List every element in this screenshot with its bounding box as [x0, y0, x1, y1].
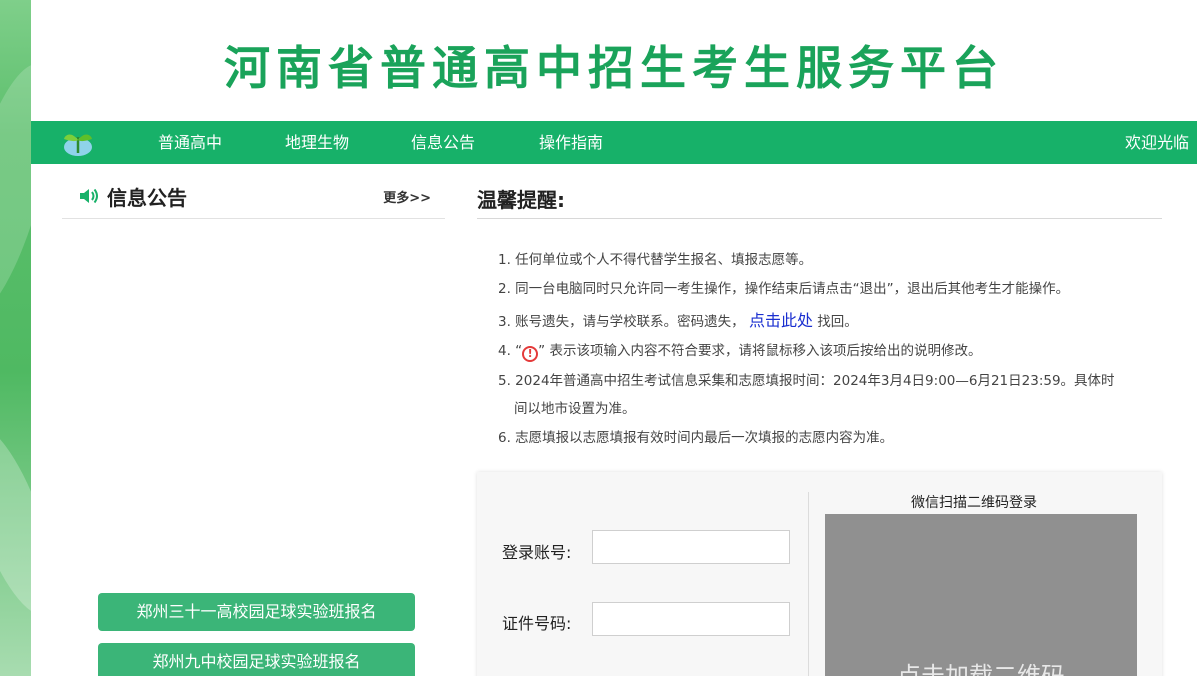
- tip-item-continued: 间以地市设置为准。: [514, 401, 636, 417]
- account-label: 登录账号:: [502, 543, 572, 562]
- id-number-label: 证件号码:: [502, 614, 572, 633]
- football-class-signup-9-button[interactable]: 郑州九中校园足球实验班报名: [98, 643, 415, 676]
- nav-item-guide[interactable]: 操作指南: [539, 121, 603, 164]
- left-decorative-background: [0, 0, 31, 676]
- tip-text: 3. 账号遗失，请与学校联系。密码遗失，: [498, 314, 745, 330]
- id-number-input[interactable]: [592, 602, 790, 636]
- password-recovery-link[interactable]: 点击此处: [749, 311, 813, 330]
- header: 河南省普通高中招生考生服务平台: [31, 0, 1197, 121]
- navbar: 普通高中 地理生物 信息公告 操作指南 欢迎光临: [31, 121, 1197, 164]
- football-class-signup-31-button[interactable]: 郑州三十一高校园足球实验班报名: [98, 593, 415, 631]
- tip-item: 1. 任何单位或个人不得代替学生报名、填报志愿等。: [498, 252, 813, 268]
- panel-divider: [808, 492, 809, 676]
- nav-item-geography-biology[interactable]: 地理生物: [285, 121, 349, 164]
- nav-item-general-high-school[interactable]: 普通高中: [158, 121, 222, 164]
- tip-item: 3. 账号遗失，请与学校联系。密码遗失， 点击此处 找回。: [498, 307, 858, 331]
- sprout-logo-icon: [64, 134, 92, 156]
- tip-item: 5. 2024年普通高中招生考试信息采集和志愿填报时间：2024年3月4日9:0…: [498, 373, 1115, 389]
- tip-text: 4. “: [498, 343, 523, 359]
- speaker-icon: [80, 188, 98, 204]
- leaf-decoration: [0, 415, 31, 625]
- more-link[interactable]: 更多>>: [383, 187, 431, 206]
- tip-text: ” 表示该项输入内容不符合要求，请将鼠标移入该项后按给出的说明修改。: [538, 343, 982, 359]
- tip-item: 4. “!” 表示该项输入内容不符合要求，请将鼠标移入该项后按给出的说明修改。: [498, 339, 981, 362]
- tips-title: 温馨提醒:: [477, 188, 565, 212]
- tip-item: 6. 志愿填报以志愿填报有效时间内最后一次填报的志愿内容为准。: [498, 430, 894, 446]
- account-input[interactable]: [592, 530, 790, 564]
- news-title: 信息公告: [107, 186, 187, 210]
- qr-login-title: 微信扫描二维码登录: [911, 495, 1037, 511]
- tip-text: 找回。: [817, 314, 858, 330]
- qr-code-area[interactable]: 点击加载二维码: [825, 514, 1137, 676]
- news-header: 信息公告 更多>>: [62, 176, 445, 219]
- welcome-text: 欢迎光临: [1124, 133, 1189, 152]
- nav-item-announcements[interactable]: 信息公告: [411, 121, 475, 164]
- leaf-decoration: [0, 55, 31, 325]
- tips-header: 温馨提醒:: [477, 176, 1162, 219]
- exclamation-circle-icon: !: [522, 346, 539, 362]
- site-title: 河南省普通高中招生考生服务平台: [224, 41, 1004, 95]
- tip-item: 2. 同一台电脑同时只允许同一考生操作，操作结束后请点击“退出”，退出后其他考生…: [498, 281, 1070, 297]
- load-qr-text: 点击加载二维码: [897, 662, 1065, 676]
- login-panel: 登录账号: 证件号码: 微信扫描二维码登录 点击加载二维码: [477, 472, 1162, 676]
